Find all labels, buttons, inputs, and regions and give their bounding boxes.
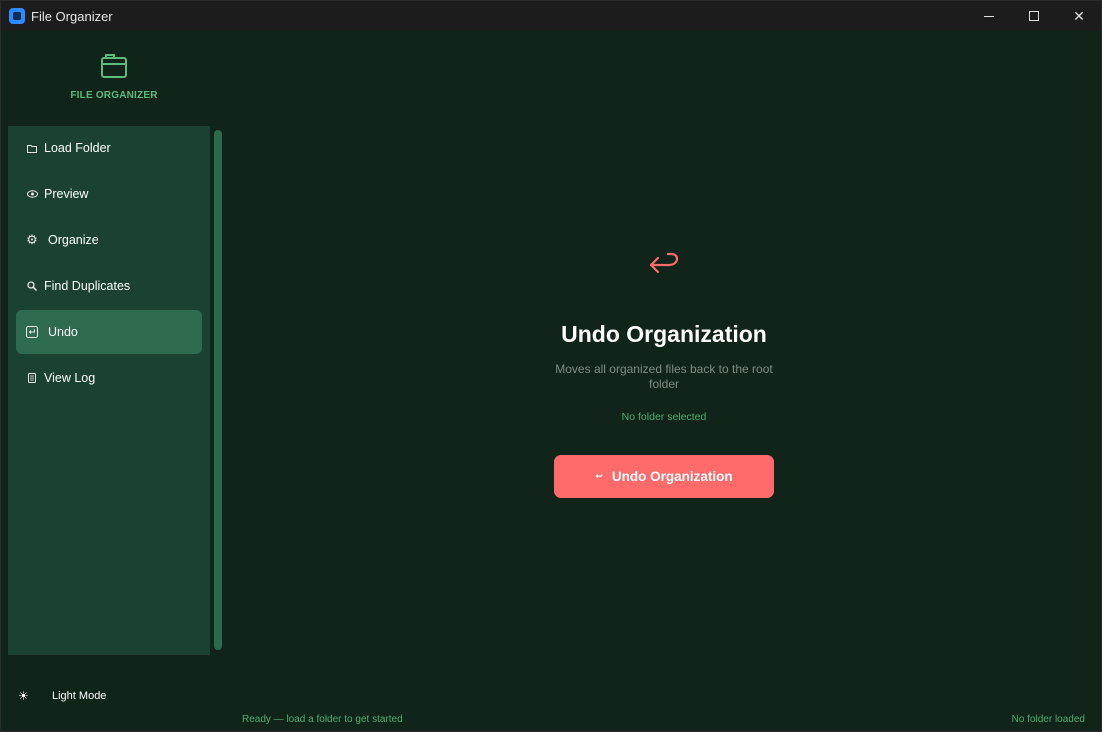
brand-label: FILE ORGANIZER bbox=[70, 90, 158, 101]
undo-icon bbox=[26, 326, 38, 338]
window-title: File Organizer bbox=[31, 9, 113, 24]
app-icon bbox=[9, 8, 25, 24]
maximize-button[interactable] bbox=[1011, 1, 1057, 31]
undo-organization-button[interactable]: ↩ Undo Organization bbox=[554, 455, 774, 498]
maximize-icon bbox=[1029, 11, 1039, 21]
minimize-button[interactable] bbox=[966, 1, 1012, 31]
folder-status: No folder selected bbox=[621, 411, 707, 423]
title-bar[interactable]: File Organizer ✕ bbox=[1, 1, 1101, 31]
page-title: Undo Organization bbox=[561, 321, 767, 347]
sidebar-item-label: Preview bbox=[44, 187, 89, 201]
magnifier-icon bbox=[26, 280, 38, 292]
button-label: Undo Organization bbox=[611, 469, 733, 484]
gear-icon: ⚙ bbox=[26, 232, 38, 247]
sun-icon[interactable]: ☀ bbox=[18, 689, 29, 703]
sidebar-scrollbar[interactable] bbox=[214, 130, 222, 650]
close-button[interactable]: ✕ bbox=[1056, 1, 1102, 31]
status-message: Ready — load a folder to get started bbox=[242, 714, 403, 725]
sidebar-item-label: Undo bbox=[48, 325, 78, 339]
folder-icon bbox=[26, 142, 38, 154]
status-folder: No folder loaded bbox=[1011, 714, 1085, 725]
folder-brand-icon bbox=[101, 54, 127, 78]
eye-icon bbox=[26, 188, 38, 200]
sidebar-item-label: Find Duplicates bbox=[44, 279, 131, 293]
sidebar-item-view-log[interactable]: View Log bbox=[16, 356, 202, 400]
sidebar-nav: Load Folder Preview ⚙ Organize Find Dupl… bbox=[8, 126, 210, 655]
minimize-icon bbox=[984, 15, 994, 17]
undo-small-icon: ↩ bbox=[595, 471, 603, 481]
app-window: File Organizer ✕ FILE ORGANIZER Load Fol… bbox=[0, 0, 1102, 732]
sidebar-item-label: Organize bbox=[48, 233, 99, 247]
sidebar-item-organize[interactable]: ⚙ Organize bbox=[16, 218, 202, 262]
sidebar-item-load-folder[interactable]: Load Folder bbox=[16, 126, 202, 170]
close-icon: ✕ bbox=[1073, 7, 1085, 24]
sidebar-item-label: View Log bbox=[44, 371, 96, 385]
page-description: Moves all organized files back to the ro… bbox=[555, 362, 773, 391]
sidebar-item-find-duplicates[interactable]: Find Duplicates bbox=[16, 264, 202, 308]
sidebar-item-preview[interactable]: Preview bbox=[16, 172, 202, 216]
sidebar-item-undo[interactable]: Undo bbox=[16, 310, 202, 354]
sidebar-item-label: Load Folder bbox=[44, 141, 111, 155]
undo-arrow-icon bbox=[649, 252, 679, 274]
light-mode-toggle[interactable]: Light Mode bbox=[52, 690, 106, 702]
log-icon bbox=[26, 372, 38, 384]
